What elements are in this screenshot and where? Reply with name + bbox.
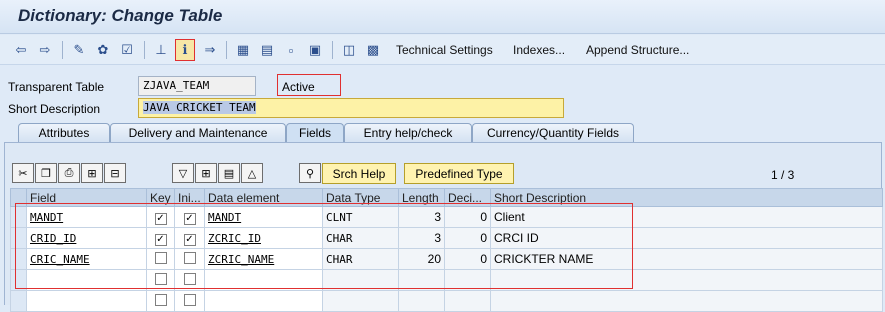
tab-entry-help-check[interactable]: Entry help/check	[344, 123, 472, 142]
info-icon[interactable]: ℹ	[175, 39, 195, 61]
navigate-icon[interactable]: ⇒	[201, 41, 219, 59]
indexes-button[interactable]: Indexes...	[513, 43, 565, 57]
where-used-icon[interactable]: ⊥	[152, 41, 170, 59]
table-name-field: ZJAVA_TEAM	[138, 76, 256, 96]
short-description-field[interactable]: JAVA CRICKET TEAM	[138, 98, 564, 118]
tab-label: Entry help/check	[363, 126, 453, 140]
window-title: Dictionary: Change Table	[18, 6, 223, 25]
field-name-cell[interactable]	[26, 290, 147, 312]
tab-label: Attributes	[38, 126, 90, 140]
technical-settings-button[interactable]: Technical Settings	[396, 43, 493, 57]
tab-attributes[interactable]: Attributes	[18, 123, 110, 142]
decimals-cell	[444, 290, 491, 312]
key-checkbox[interactable]	[154, 293, 167, 306]
tab-fields[interactable]: Fields	[286, 123, 344, 142]
activate-icon[interactable]: ✿	[94, 41, 112, 59]
title-bar: Dictionary: Change Table	[0, 0, 885, 34]
key-checkbox-cell[interactable]	[146, 290, 175, 312]
insert-block-icon[interactable]: ⊞	[195, 163, 217, 183]
initial-checkbox-cell[interactable]	[174, 290, 205, 312]
page-indicator: 1 / 3	[771, 168, 795, 182]
delete-row-icon[interactable]: ⊟	[104, 163, 126, 183]
forward-arrow-icon[interactable]: ⇨	[36, 41, 54, 59]
short-description-cell	[490, 290, 883, 312]
back-arrow-icon[interactable]: ⇦	[12, 41, 30, 59]
transparent-table-label: Transparent Table	[8, 80, 105, 94]
short-description-label: Short Description	[8, 102, 101, 116]
toolbar-separator	[144, 41, 145, 59]
length-cell	[398, 290, 445, 312]
srch-help-button[interactable]: Srch Help	[322, 163, 396, 184]
toolbar-separator	[332, 41, 333, 59]
tab-label: Delivery and Maintenance	[128, 126, 268, 140]
structure-icon[interactable]: ◫	[340, 41, 358, 59]
hierarchy-icon[interactable]: ▦	[234, 41, 252, 59]
append-structure-button[interactable]: Append Structure...	[586, 43, 689, 57]
tab-label: Currency/Quantity Fields	[486, 126, 620, 140]
insert-row-icon[interactable]: ⊞	[81, 163, 103, 183]
cut-icon[interactable]: ✂	[12, 163, 34, 183]
data-element-cell[interactable]	[204, 290, 323, 312]
table-grid-icon[interactable]: ▩	[364, 41, 382, 59]
select-block-icon[interactable]: ▤	[218, 163, 240, 183]
short-description-value: JAVA CRICKET TEAM	[143, 101, 256, 114]
tab-currency-quantity[interactable]: Currency/Quantity Fields	[472, 123, 634, 142]
initial-checkbox[interactable]	[183, 293, 196, 306]
rows-highlight-box	[15, 203, 633, 289]
documentation-icon[interactable]: ▣	[306, 41, 324, 59]
paste-icon[interactable]: ⎙	[58, 163, 80, 183]
check-icon[interactable]: ☑	[118, 41, 136, 59]
toolbar-separator	[226, 41, 227, 59]
sort-up-icon[interactable]: △	[241, 163, 263, 183]
display-change-icon[interactable]: ✎	[70, 41, 88, 59]
row-selector[interactable]	[10, 290, 27, 312]
copy-icon[interactable]: ❐	[35, 163, 57, 183]
search-help-icon[interactable]: ⚲	[299, 163, 321, 183]
table-row[interactable]	[10, 290, 883, 312]
sort-down-icon[interactable]: ▽	[172, 163, 194, 183]
predefined-type-button[interactable]: Predefined Type	[404, 163, 514, 184]
application-toolbar: ⇦ ⇨ ✎ ✿ ☑ ⊥ ℹ ⇒ ▦ ▤ ▫ ▣ ◫ ▩ Technical Se…	[0, 35, 885, 65]
list-icon[interactable]: ▫	[282, 41, 300, 59]
tab-label: Fields	[298, 126, 331, 140]
data-type-cell	[322, 290, 399, 312]
status-text: Active	[282, 80, 315, 94]
toolbar-separator	[62, 41, 63, 59]
tab-delivery-maintenance[interactable]: Delivery and Maintenance	[110, 123, 286, 142]
stack-icon[interactable]: ▤	[258, 41, 276, 59]
